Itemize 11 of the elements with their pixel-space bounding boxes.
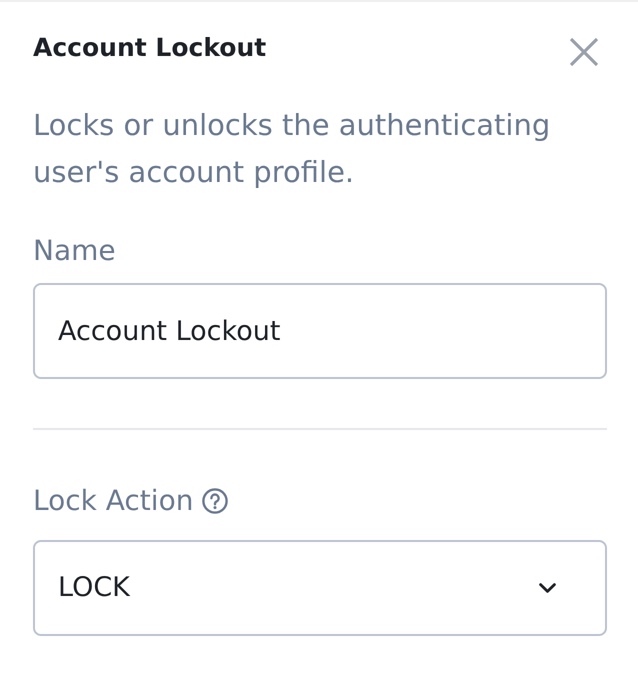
panel-description: Locks or unlocks the authenticating user's account profile. (33, 107, 552, 191)
close-button[interactable] (570, 38, 598, 66)
name-input-field[interactable]: Account Lockout (33, 283, 607, 379)
field-label: Name (33, 234, 116, 268)
selected-value: LOCK (58, 571, 130, 605)
field-label: Lock Action (33, 484, 194, 518)
help-icon[interactable] (202, 488, 228, 514)
chevron-down-icon (539, 583, 556, 593)
panel-title: Account Lockout (33, 33, 266, 63)
close-icon (570, 38, 598, 66)
dropdown-select[interactable]: LOCK (33, 540, 607, 636)
